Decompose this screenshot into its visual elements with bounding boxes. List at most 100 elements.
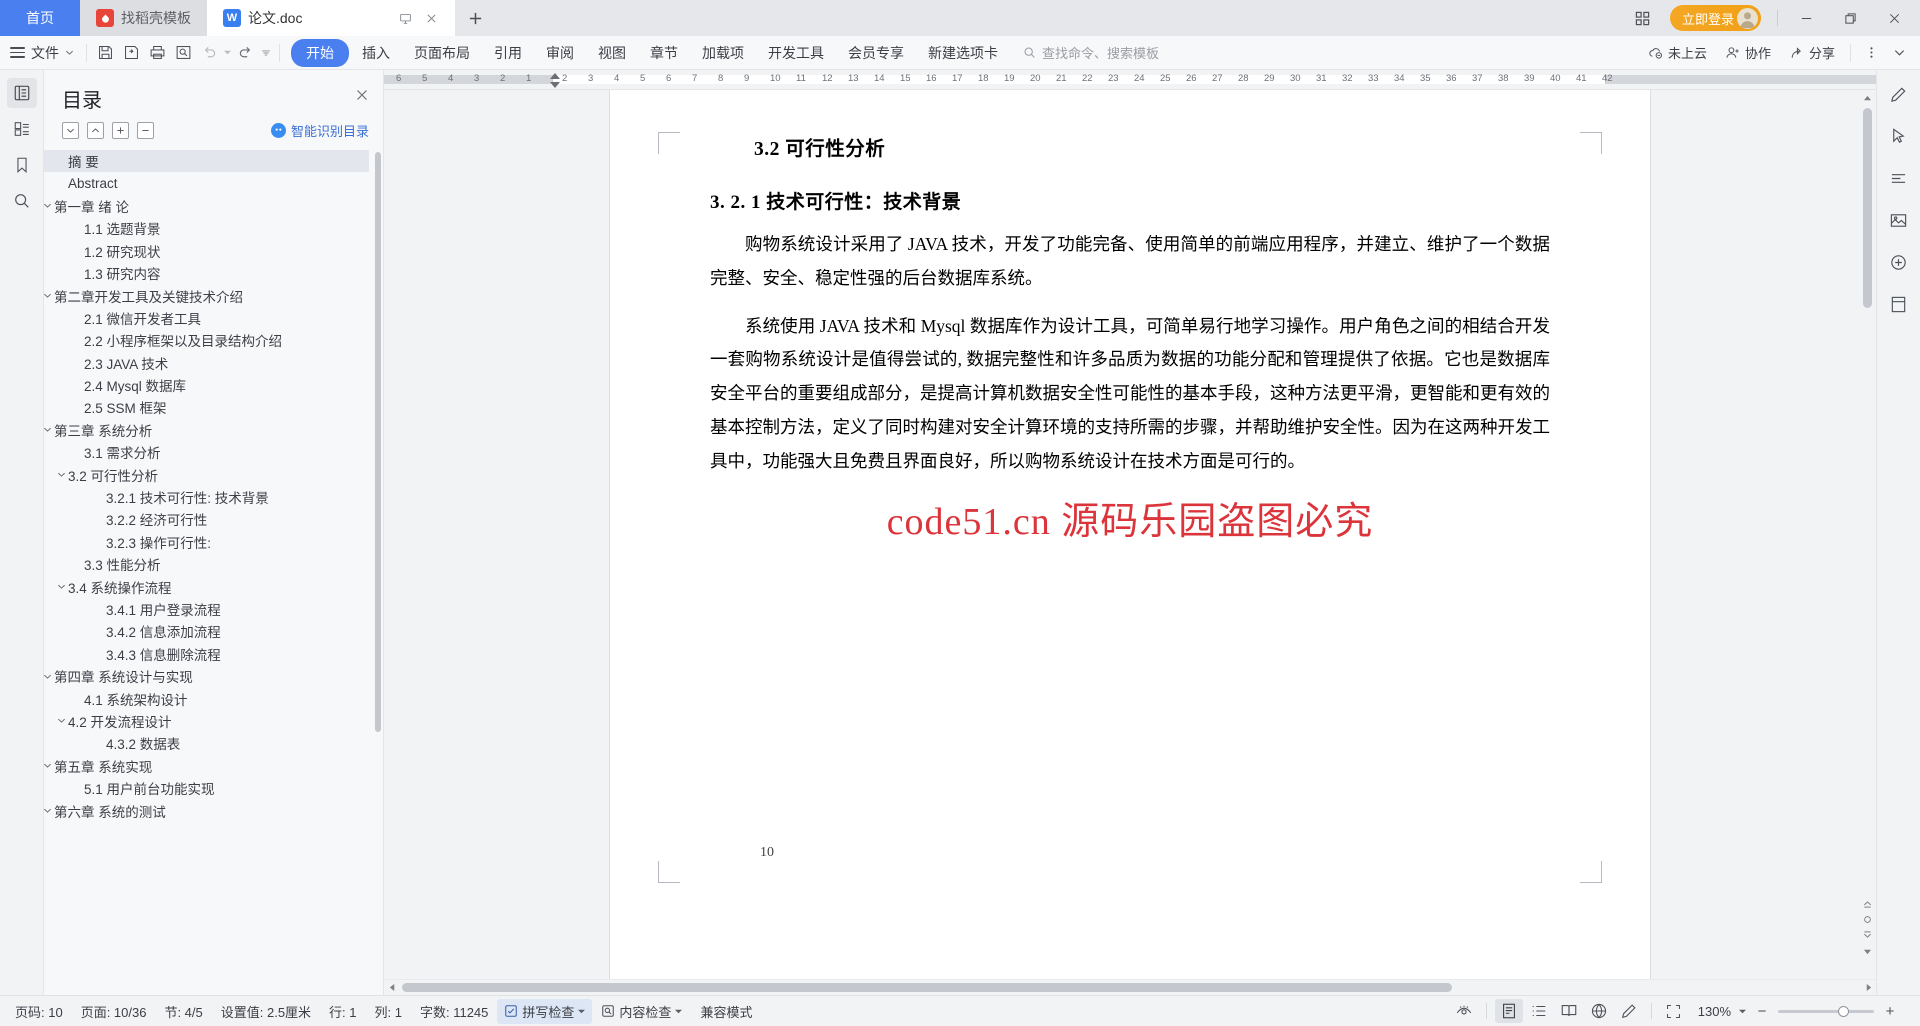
toc-item[interactable]: 第二章开发工具及关键技术介绍 (44, 284, 369, 306)
vertical-scrollbar[interactable] (1860, 90, 1874, 959)
status-page-of-total[interactable]: 页面: 10/36 (72, 1002, 156, 1021)
chevron-down-icon[interactable] (54, 470, 68, 479)
toc-list[interactable]: 摘 要 Abstract 第一章 绪 论 1.1 选题背景 1.2 研究现状 1.3 研究… (44, 148, 383, 995)
zoom-level-label[interactable]: 130% (1698, 1004, 1731, 1019)
vscroll-thumb[interactable] (1862, 108, 1872, 308)
vscroll-down-arrow[interactable] (1860, 943, 1874, 959)
undo-dropdown-icon[interactable] (222, 40, 232, 66)
login-button[interactable]: 立即登录 (1669, 5, 1761, 31)
toc-item[interactable]: Abstract (44, 172, 369, 194)
ribbon-tab-page-layout[interactable]: 页面布局 (403, 39, 481, 67)
status-column[interactable]: 列: 1 (366, 1002, 411, 1021)
ribbon-tab-insert[interactable]: 插入 (351, 39, 401, 67)
chevron-down-icon[interactable] (44, 291, 54, 300)
reading-view-icon[interactable] (1555, 999, 1583, 1023)
expand-down-button[interactable] (62, 122, 79, 139)
print-preview-icon[interactable] (170, 40, 196, 66)
page-view-icon[interactable] (1494, 999, 1523, 1023)
toc-item[interactable]: 4.3.2 数据表 (44, 732, 369, 754)
hscroll-thumb[interactable] (402, 983, 1452, 992)
toc-item[interactable]: 第六章 系统的测试 (44, 799, 369, 821)
content-check-button[interactable]: 内容检查 (592, 1002, 691, 1021)
apps-grid-icon[interactable] (1628, 3, 1658, 33)
page-content[interactable]: 3.2 可行性分析 3. 2. 1 技术可行性：技术背景 购物系统设计采用了 J… (610, 90, 1650, 478)
status-page-number[interactable]: 页码: 10 (6, 1002, 72, 1021)
ribbon-tab-member[interactable]: 会员专享 (837, 39, 915, 67)
web-view-icon[interactable] (1585, 999, 1613, 1023)
vscroll-select-object-icon[interactable] (1860, 911, 1874, 927)
hanging-indent-marker[interactable] (550, 82, 560, 88)
toc-item[interactable]: 第一章 绪 论 (44, 195, 369, 217)
tab-home[interactable]: 首页 (0, 0, 80, 36)
rail-navigation-icon[interactable] (6, 78, 37, 108)
toc-item[interactable]: 第三章 系统分析 (44, 419, 369, 441)
zoom-control[interactable]: 130% − + (1690, 1003, 1906, 1020)
present-icon[interactable] (397, 10, 413, 26)
save-icon[interactable] (92, 40, 118, 66)
status-section[interactable]: 节: 4/5 (155, 1002, 211, 1021)
customize-quick-access-icon[interactable] (258, 40, 274, 66)
toc-item[interactable]: 3.2 可行性分析 (44, 463, 369, 485)
chevron-down-icon[interactable] (54, 716, 68, 725)
toc-item[interactable]: 2.3 JAVA 技术 (44, 352, 369, 374)
undo-icon[interactable] (196, 40, 222, 66)
horizontal-scrollbar[interactable] (384, 979, 1876, 995)
cloud-status-button[interactable]: 未上云 (1640, 40, 1715, 65)
close-tab-icon[interactable] (423, 10, 439, 26)
zoom-slider-thumb[interactable] (1838, 1005, 1849, 1017)
toc-item[interactable]: 2.2 小程序框架以及目录结构介绍 (44, 329, 369, 351)
more-options-icon[interactable] (1858, 40, 1884, 66)
toc-item[interactable]: 3.4.2 信息添加流程 (44, 620, 369, 642)
outline-view-icon[interactable] (1525, 999, 1553, 1023)
ribbon-tab-view[interactable]: 视图 (587, 39, 637, 67)
cursor-select-icon[interactable] (1885, 122, 1913, 150)
file-menu-button[interactable]: 文件 (6, 39, 81, 67)
vscroll-prev-page-icon[interactable] (1860, 895, 1874, 911)
toc-item[interactable]: 4.2 开发流程设计 (44, 710, 369, 732)
ribbon-tab-developer[interactable]: 开发工具 (757, 39, 835, 67)
expand-all-button[interactable] (112, 122, 129, 139)
hscroll-right-arrow[interactable] (1860, 980, 1876, 996)
new-tab-button[interactable] (455, 0, 495, 36)
rail-search-icon[interactable] (7, 186, 37, 216)
toc-item[interactable]: 3.2.1 技术可行性: 技术背景 (44, 486, 369, 508)
paragraph-spacing-icon[interactable] (1885, 164, 1913, 192)
rail-thumbnails-icon[interactable] (7, 114, 37, 144)
save-as-icon[interactable] (118, 40, 144, 66)
toc-item[interactable]: 3.2.2 经济可行性 (44, 508, 369, 530)
print-icon[interactable] (144, 40, 170, 66)
zoom-slider-track[interactable] (1778, 1005, 1874, 1017)
status-setting-value[interactable]: 设置值: 2.5厘米 (212, 1002, 320, 1021)
nav-pane-resizer[interactable] (380, 70, 383, 995)
pen-icon[interactable] (1615, 999, 1643, 1023)
toc-item[interactable]: 3.4 系统操作流程 (44, 575, 369, 597)
collapse-all-button[interactable] (137, 122, 154, 139)
maximize-restore-button[interactable] (1830, 0, 1870, 36)
hscroll-left-arrow[interactable] (384, 980, 400, 996)
chevron-down-icon[interactable] (44, 806, 54, 815)
vscroll-next-page-icon[interactable] (1860, 927, 1874, 943)
redo-icon[interactable] (232, 40, 258, 66)
minimize-button[interactable] (1786, 0, 1826, 36)
share-button[interactable]: 分享 (1781, 40, 1843, 65)
chevron-down-icon[interactable] (54, 582, 68, 591)
status-word-count[interactable]: 字数: 11245 (411, 1002, 497, 1021)
vscroll-up-arrow[interactable] (1860, 90, 1874, 106)
toc-item[interactable]: 3.4.1 用户登录流程 (44, 598, 369, 620)
toc-item[interactable]: 3.1 需求分析 (44, 441, 369, 463)
ribbon-tab-references[interactable]: 引用 (483, 39, 533, 67)
chevron-down-icon[interactable] (44, 761, 54, 770)
ribbon-tab-new-tab[interactable]: 新建选项卡 (917, 39, 1009, 67)
document-page[interactable]: 3.2 可行性分析 3. 2. 1 技术可行性：技术背景 购物系统设计采用了 J… (610, 90, 1650, 979)
chevron-down-icon[interactable] (44, 201, 54, 210)
fullscreen-icon[interactable] (1660, 999, 1688, 1023)
toc-item[interactable]: 2.1 微信开发者工具 (44, 307, 369, 329)
hscroll-track[interactable] (400, 980, 1860, 996)
first-line-indent-marker[interactable] (550, 73, 560, 79)
horizontal-ruler[interactable]: 6 5 4 3 2 1 2 3 4 5 6 7 8 9 10 11 12 13 14 15 16 17 18 19 20 21 22… (384, 70, 1876, 90)
toc-item[interactable]: 3.4.3 信息删除流程 (44, 643, 369, 665)
toc-item[interactable]: 2.4 Mysql 数据库 (44, 374, 369, 396)
rail-bookmark-icon[interactable] (7, 150, 37, 180)
status-row[interactable]: 行: 1 (320, 1002, 365, 1021)
toc-item[interactable]: 3.2.3 操作可行性: (44, 531, 369, 553)
